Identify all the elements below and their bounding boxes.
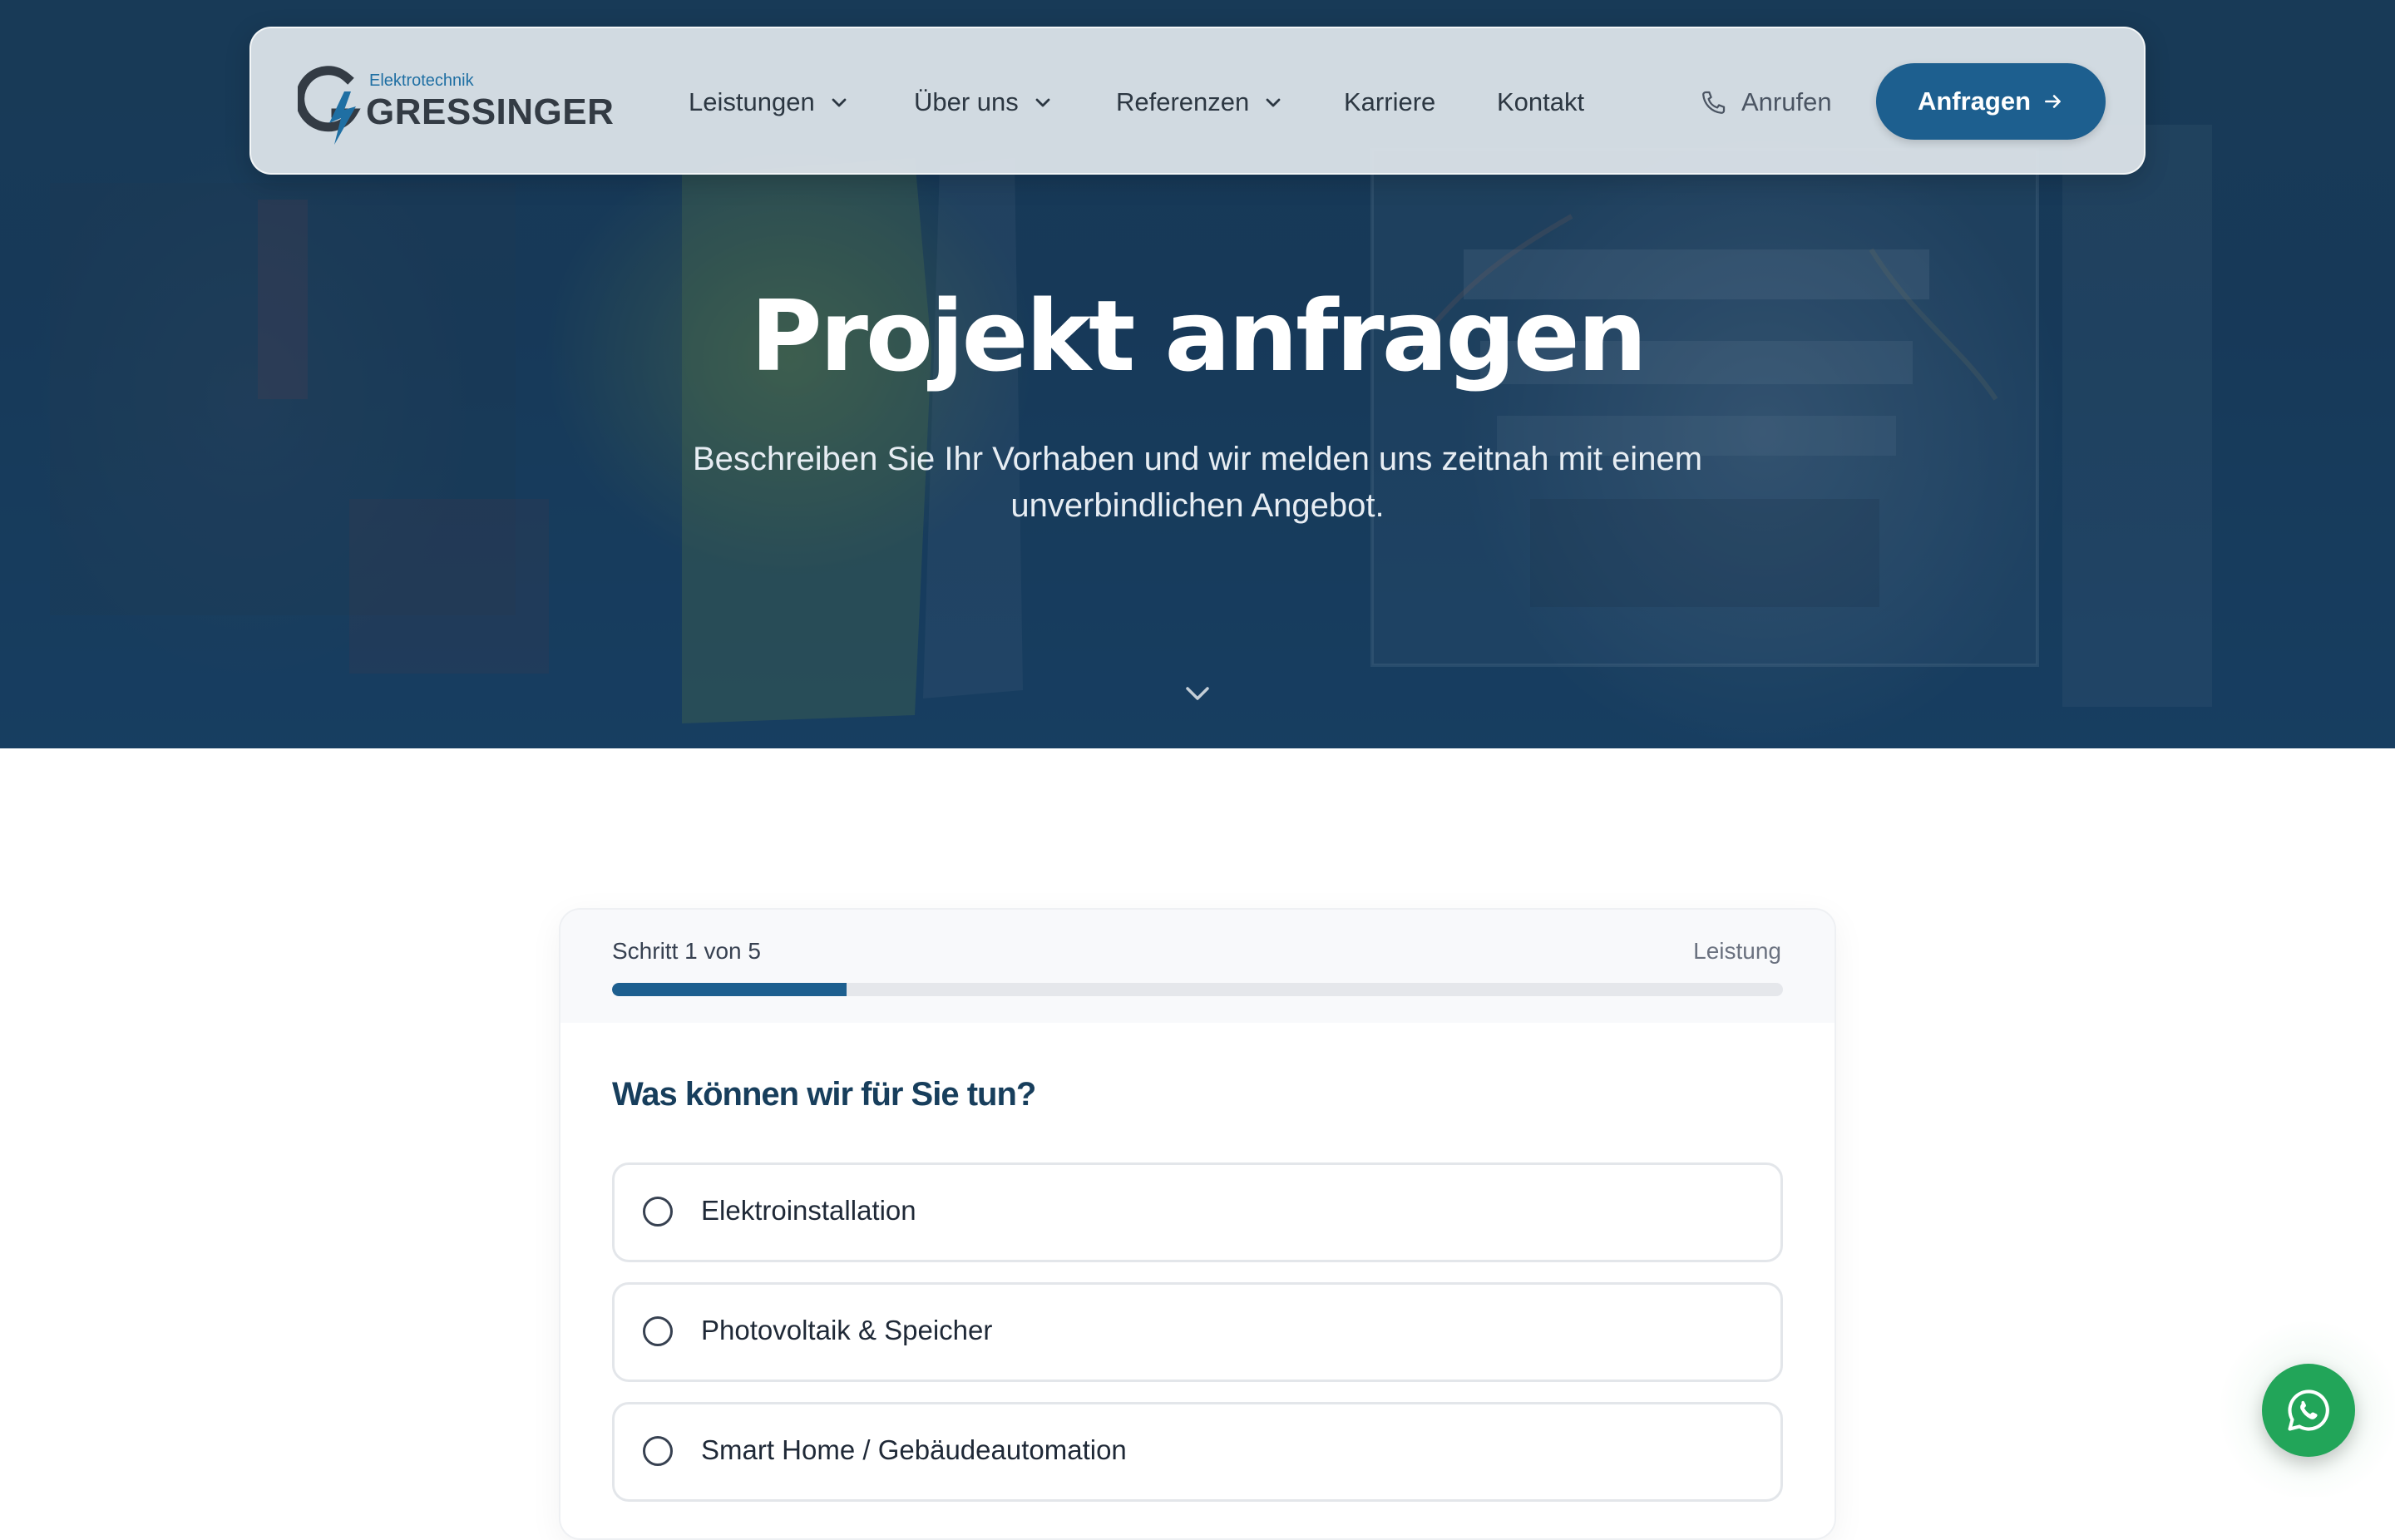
page-subtitle: Beschreiben Sie Ihr Vorhaben und wir mel…	[692, 441, 1703, 524]
question-title: Was können wir für Sie tun?	[612, 1076, 1036, 1113]
whatsapp-icon	[2288, 1389, 2329, 1431]
arrow-right-icon	[2045, 95, 2061, 108]
nav-item-leistungen[interactable]: Leistungen	[689, 28, 848, 176]
nav-item-label: Leistungen	[689, 87, 815, 116]
option-label: Photovoltaik & Speicher	[701, 1315, 993, 1345]
service-options: Elektroinstallation Photovoltaik & Speic…	[612, 1162, 1783, 1522]
radio-button[interactable]	[643, 1316, 673, 1346]
progress-bar	[612, 983, 1783, 996]
page-title: Projekt anfragen	[750, 279, 1647, 393]
option-label: Smart Home / Gebäudeautomation	[701, 1434, 1127, 1465]
chevron-down-icon	[1266, 98, 1281, 107]
nav-item-label: Über uns	[914, 87, 1019, 116]
whatsapp-button[interactable]	[2262, 1364, 2355, 1457]
brand-name: GRESSINGER	[366, 91, 615, 132]
nav-item-kontakt[interactable]: Kontakt	[1497, 28, 1584, 176]
nav-item-label: Referenzen	[1116, 87, 1250, 116]
chevron-down-icon	[832, 98, 847, 107]
nav-item-referenzen[interactable]: Referenzen	[1116, 28, 1282, 176]
navbar: Elektrotechnik GRESSINGER Leistungen Übe…	[249, 27, 2146, 175]
request-button[interactable]: Anfragen	[1876, 63, 2106, 140]
step-counter: Schritt 1 von 5	[612, 938, 761, 964]
request-label: Anfragen	[1917, 86, 2032, 116]
phone-icon	[1702, 91, 1726, 114]
radio-button[interactable]	[643, 1436, 673, 1466]
brand-logo[interactable]: Elektrotechnik GRESSINGER	[298, 63, 614, 146]
option-label: Elektroinstallation	[701, 1195, 916, 1226]
progress-bar-fill	[612, 983, 847, 996]
option-smart-home[interactable]: Smart Home / Gebäudeautomation	[612, 1402, 1783, 1502]
logo-mark-icon	[298, 66, 361, 145]
option-elektroinstallation[interactable]: Elektroinstallation	[612, 1162, 1783, 1262]
chevron-down-icon[interactable]	[1181, 680, 1214, 705]
call-label: Anrufen	[1741, 87, 1832, 116]
brand-subtitle: Elektrotechnik	[369, 72, 474, 90]
nav-item-karriere[interactable]: Karriere	[1344, 28, 1435, 176]
nav-item-label: Kontakt	[1497, 87, 1585, 116]
radio-button[interactable]	[643, 1197, 673, 1227]
chevron-down-icon	[1035, 98, 1050, 107]
request-form-card: Schritt 1 von 5 Leistung Was können wir …	[559, 908, 1836, 1540]
nav-item-label: Karriere	[1344, 87, 1436, 116]
step-name: Leistung	[1693, 938, 1781, 964]
nav-item-ueber-uns[interactable]: Über uns	[914, 28, 1052, 176]
call-button[interactable]: Anrufen	[1700, 28, 1832, 176]
option-photovoltaik-speicher[interactable]: Photovoltaik & Speicher	[612, 1282, 1783, 1382]
progress-header: Schritt 1 von 5 Leistung	[560, 910, 1835, 1023]
